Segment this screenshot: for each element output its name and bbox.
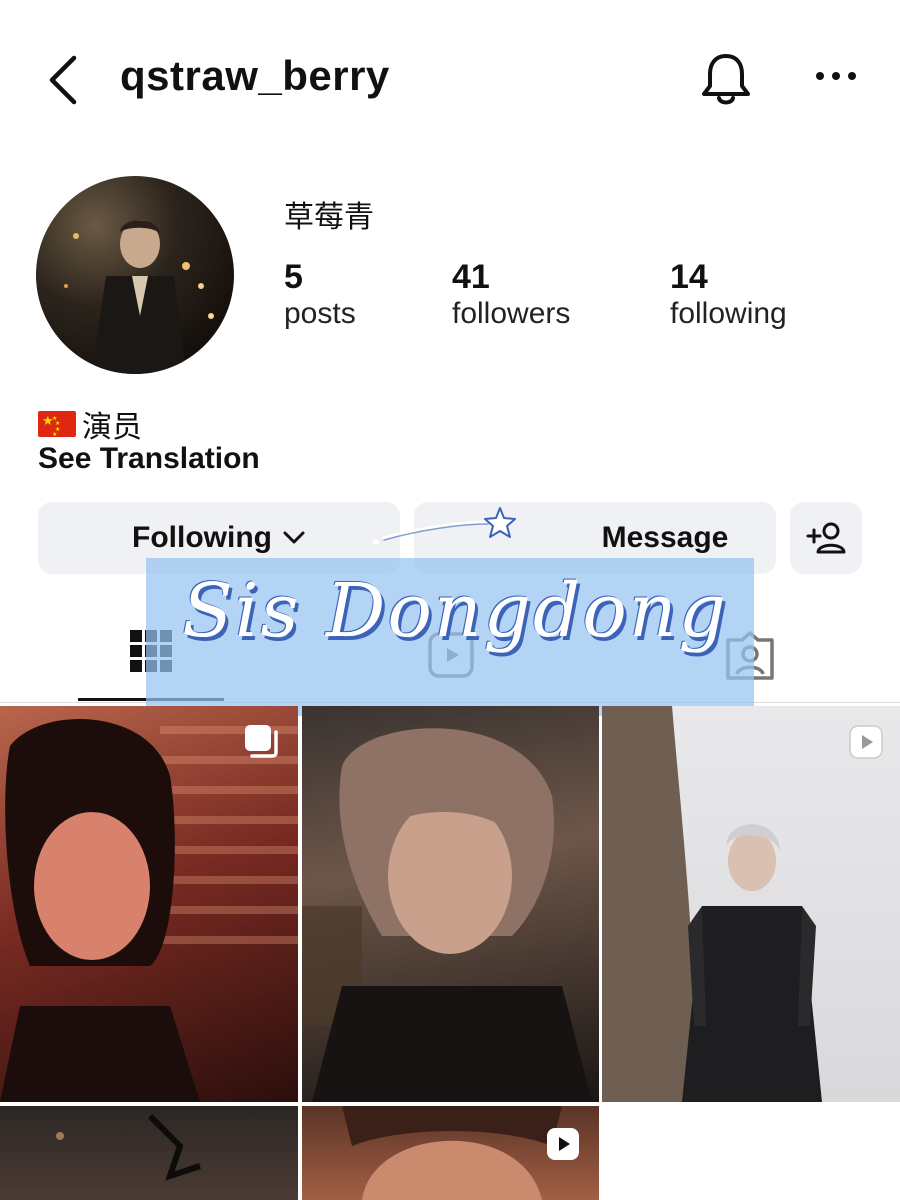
stat-followers-count: 41	[452, 258, 490, 296]
message-button-label: Message	[601, 521, 729, 554]
post-thumbnail-1[interactable]	[0, 706, 298, 1102]
stat-following-count: 14	[670, 258, 708, 296]
profile-avatar[interactable]	[36, 176, 234, 374]
stat-posts[interactable]: 5 posts	[284, 258, 356, 331]
stat-posts-count: 5	[284, 258, 303, 296]
bio-text: 演员	[82, 411, 142, 444]
following-button-label: Following	[132, 521, 272, 554]
reel-icon	[849, 725, 883, 759]
chevron-down-icon	[283, 531, 305, 544]
watermark-text: Sis Dongdong	[182, 568, 728, 654]
post-thumbnail-3[interactable]	[602, 706, 900, 1102]
more-options-icon[interactable]	[812, 66, 860, 86]
see-translation-link[interactable]: See Translation	[38, 442, 260, 476]
bell-icon[interactable]	[698, 48, 754, 108]
add-person-icon	[806, 522, 846, 554]
post-thumbnail-5[interactable]	[302, 1106, 599, 1200]
china-flag-icon: ★ ★ ★ ★ ★	[38, 411, 76, 438]
display-name: 草莓青	[284, 201, 374, 234]
stat-following-label: following	[670, 297, 787, 330]
stat-following[interactable]: 14 following	[670, 258, 787, 331]
sparkle-star-icon	[373, 507, 516, 545]
bio: ★ ★ ★ ★ ★ 演员	[38, 402, 142, 446]
stat-followers[interactable]: 41 followers	[452, 258, 570, 331]
profile-username: qstraw_berry	[120, 52, 390, 99]
post-thumbnail-4[interactable]	[0, 1106, 298, 1200]
reel-icon	[547, 1128, 579, 1160]
back-chevron-icon[interactable]	[40, 50, 90, 110]
stat-posts-label: posts	[284, 297, 356, 330]
stat-followers-label: followers	[452, 297, 571, 330]
carousel-icon	[245, 725, 278, 758]
post-thumbnail-2[interactable]	[302, 706, 599, 1102]
add-person-button[interactable]	[790, 502, 862, 574]
